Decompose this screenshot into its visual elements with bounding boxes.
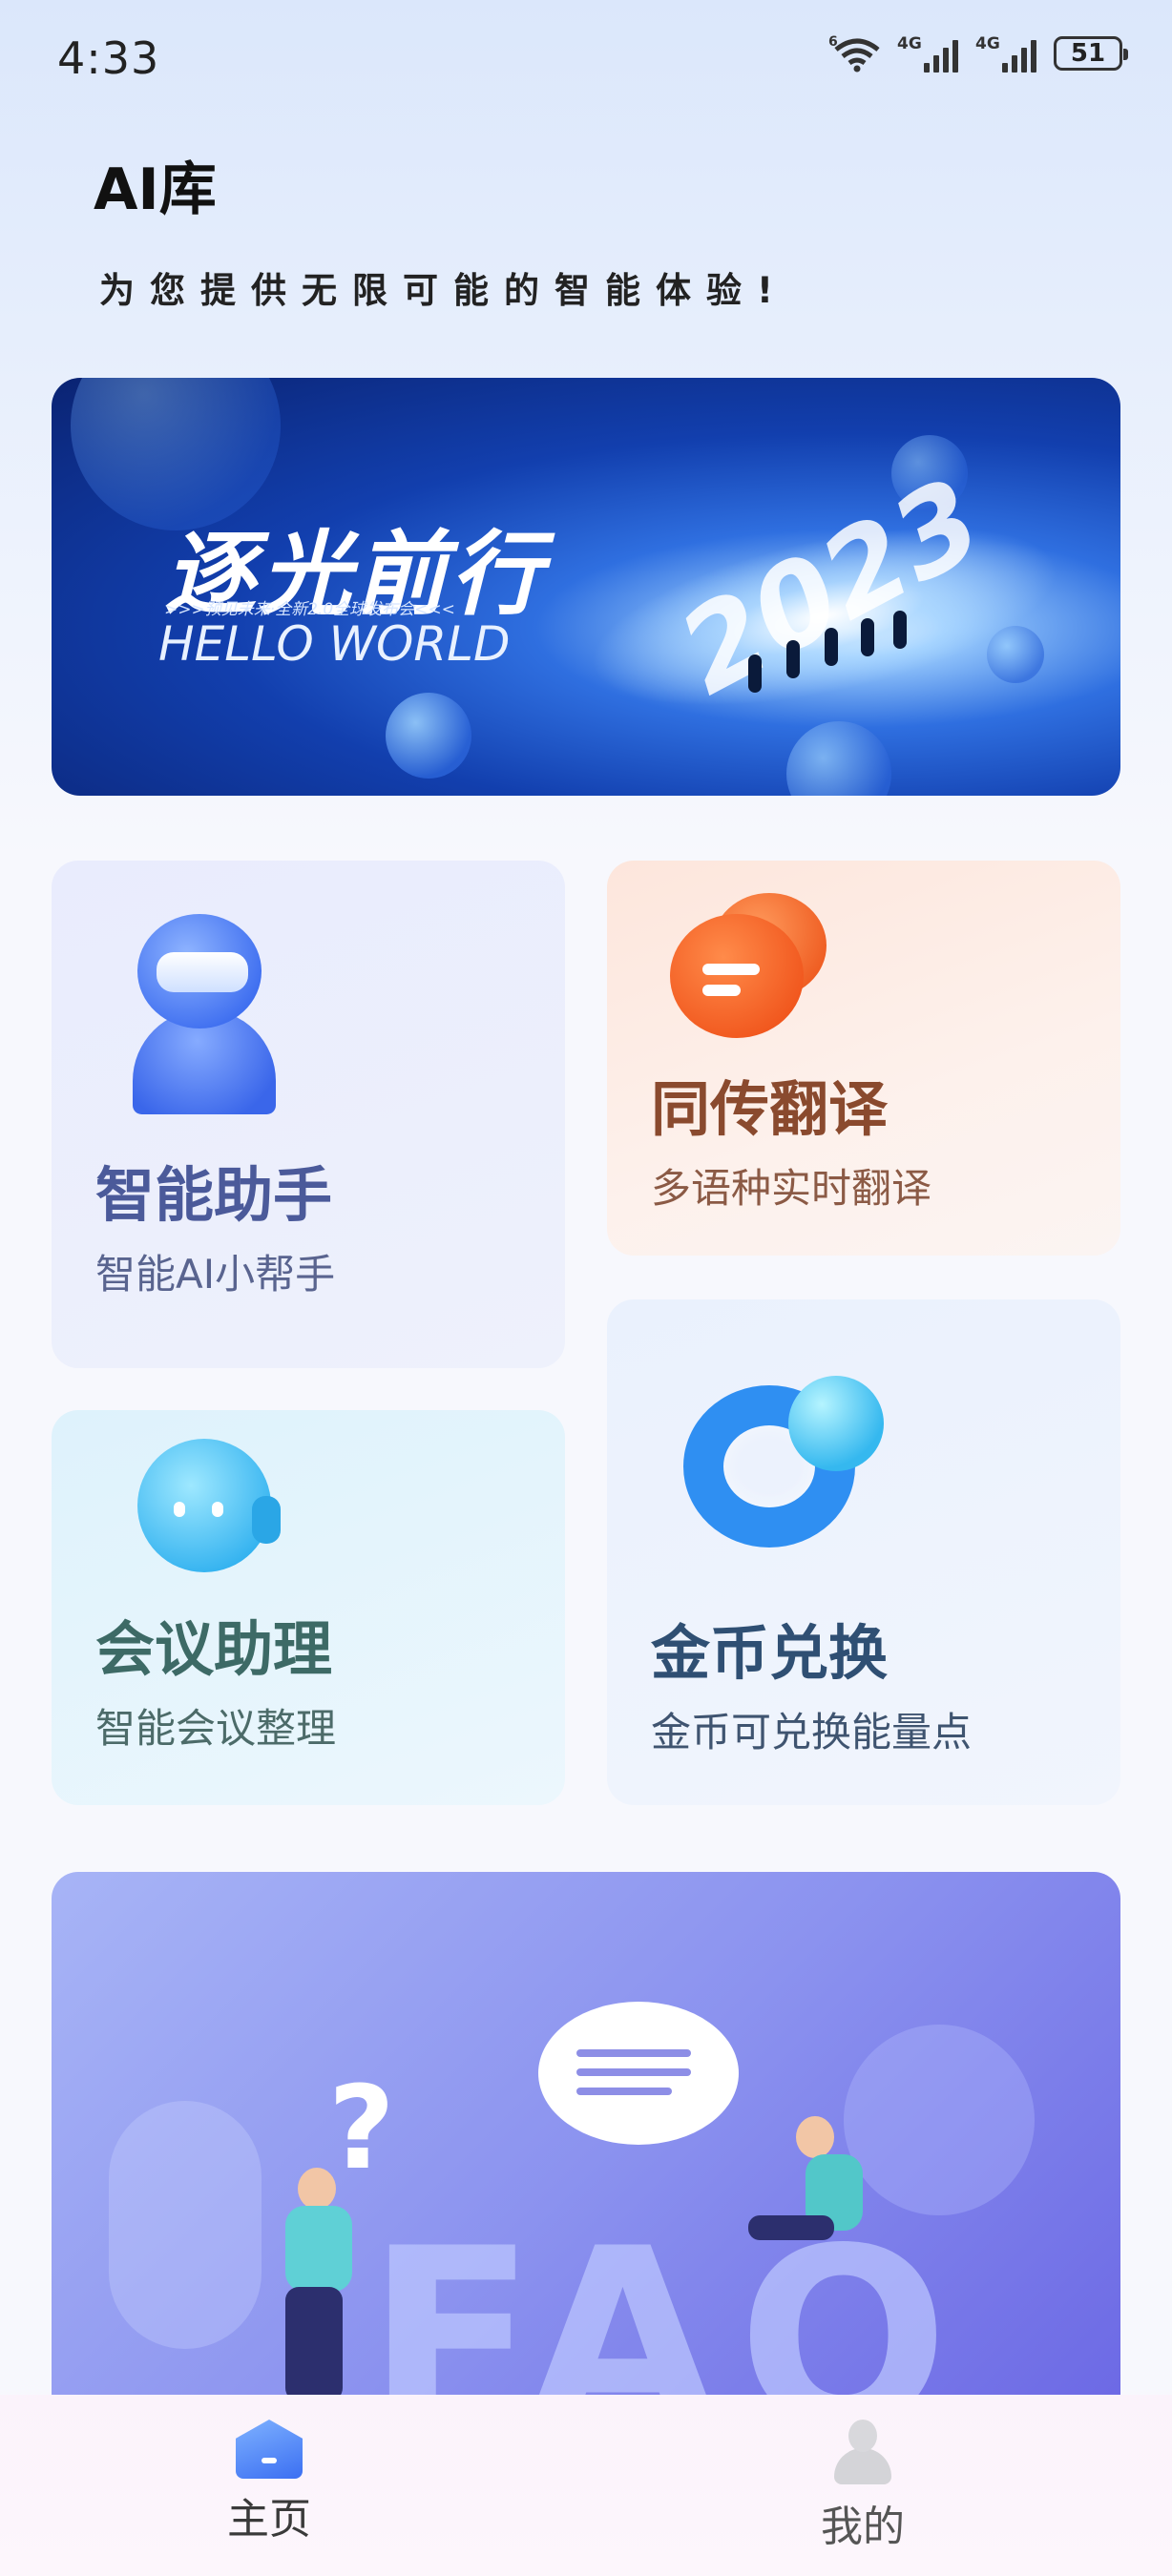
banner-hello: HELLO WORLD: [158, 616, 511, 672]
signal-icon-2: 4G: [975, 34, 1036, 73]
bottom-tabbar: [0, 2395, 1172, 2576]
feature-desc: 智能AI小帮手: [95, 1251, 336, 1298]
feature-title: 同传翻译: [651, 1074, 889, 1144]
question-mark-icon: ?: [328, 2063, 395, 2195]
battery-icon: 51: [1054, 36, 1128, 71]
status-icons: 6 4G 4G 51: [828, 34, 1128, 73]
tab-me[interactable]: 我的: [821, 2420, 905, 2553]
feature-desc: 金币可兑换能量点: [651, 1709, 973, 1755]
feature-card-translation[interactable]: 同传翻译 多语种实时翻译: [607, 861, 1120, 1256]
tab-home[interactable]: 主页: [227, 2420, 311, 2545]
feature-title: 智能助手: [95, 1160, 333, 1230]
tab-home-label: 主页: [227, 2495, 311, 2544]
feature-desc: 多语种实时翻译: [651, 1165, 932, 1212]
signal-icon-1: 4G: [897, 34, 958, 73]
page-subtitle: 为您提供无限可能的智能体验!: [99, 270, 788, 311]
feature-title: 会议助理: [95, 1614, 333, 1684]
tab-me-label: 我的: [821, 2503, 905, 2551]
promo-banner[interactable]: 逐光前行 >>>预见未来·全新2.0全球发布会<<< HELLO WORLD 2…: [52, 378, 1120, 796]
faq-banner[interactable]: FAQ ?: [52, 1872, 1120, 2463]
wifi-icon: 6: [828, 34, 880, 73]
speech-bubble-icon: [538, 2002, 739, 2145]
feature-title: 金币兑换: [651, 1618, 889, 1688]
svg-text:6: 6: [828, 34, 838, 50]
home-icon: [236, 2420, 303, 2479]
status-time: 4:33: [57, 32, 160, 84]
user-icon: [829, 2420, 896, 2486]
feature-card-assistant[interactable]: 智能助手 智能AI小帮手: [52, 861, 565, 1368]
feature-desc: 智能会议整理: [95, 1705, 337, 1752]
feature-card-coins[interactable]: 金币兑换 金币可兑换能量点: [607, 1299, 1120, 1805]
feature-card-meeting[interactable]: 会议助理 智能会议整理: [52, 1410, 565, 1805]
page-title: AI库: [94, 156, 217, 223]
